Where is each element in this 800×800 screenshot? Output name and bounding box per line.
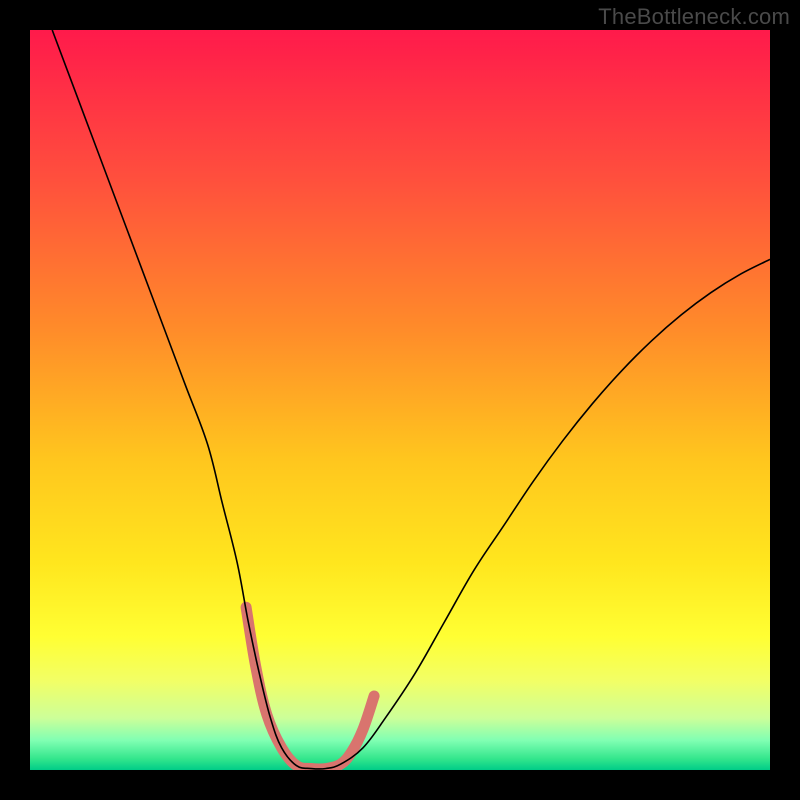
chart-svg	[30, 30, 770, 770]
plot-area	[30, 30, 770, 770]
bottleneck-curve	[52, 30, 770, 769]
bottleneck-region-marker	[246, 607, 374, 769]
chart-frame: TheBottleneck.com	[0, 0, 800, 800]
watermark-text: TheBottleneck.com	[598, 4, 790, 30]
